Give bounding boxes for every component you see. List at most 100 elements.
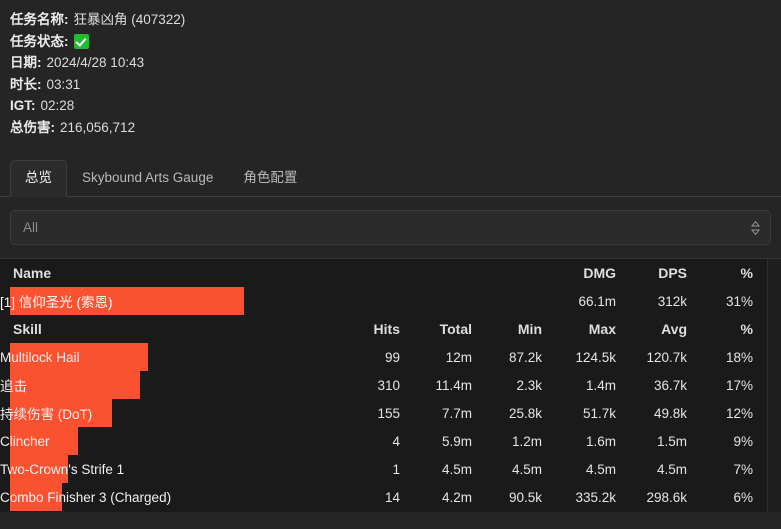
meta-value-date: 2024/4/28 10:43: [46, 55, 145, 70]
tab-character-config[interactable]: 角色配置: [228, 160, 312, 197]
skill-total: 4.5m: [441, 461, 472, 477]
skill-avg: 298.6k: [646, 489, 687, 505]
skill-avg: 120.7k: [646, 349, 687, 365]
skill-name: Clincher: [0, 433, 50, 449]
skill-total: 4.2m: [441, 489, 472, 505]
player-name-cell: [1] 信仰圣光 (索恩): [0, 287, 330, 315]
skill-total: 7.7m: [441, 405, 472, 421]
skill-hits: 14: [384, 489, 400, 505]
tab-bar: 总览 Skybound Arts Gauge 角色配置: [0, 159, 781, 197]
header-dps: DPS: [658, 265, 687, 281]
filter-select[interactable]: All: [10, 210, 771, 245]
tab-overview[interactable]: 总览: [10, 160, 67, 197]
header-skill-pct: %: [740, 321, 753, 337]
skill-pct: 12%: [725, 405, 753, 421]
player-dps: 312k: [657, 293, 687, 309]
meta-label-mission-name: 任务名称:: [10, 12, 69, 27]
meta-value-mission-name: 狂暴凶角 (407322): [73, 12, 186, 27]
meta-value-duration: 03:31: [46, 76, 81, 92]
skill-hits: 1: [392, 461, 400, 477]
stepper-updown-icon: [751, 220, 760, 235]
skill-max: 51.7k: [582, 405, 616, 421]
meta-row-mission-name: 任务名称: 狂暴凶角 (407322): [10, 9, 781, 31]
skill-name: 追击: [0, 379, 27, 394]
table-row[interactable]: Two-Crown's Strife 1 1 4.5m 4.5m 4.5m 4.…: [0, 455, 781, 483]
skill-min: 2.3k: [516, 377, 542, 393]
skill-pct: 18%: [725, 349, 753, 365]
skill-hits: 310: [377, 377, 400, 393]
skill-min: 87.2k: [508, 349, 542, 365]
header-skill: Skill: [13, 321, 42, 337]
table-row[interactable]: Combo Finisher 3 (Charged) 14 4.2m 90.5k…: [0, 483, 781, 511]
skill-pct: 17%: [725, 377, 753, 393]
table-header-overview: Name DMG DPS %: [0, 259, 781, 287]
header-max: Max: [588, 321, 616, 337]
skill-avg: 4.5m: [656, 461, 687, 477]
skill-pct: 9%: [733, 433, 753, 449]
meta-value-igt: 02:28: [40, 98, 75, 113]
skill-total: 12m: [445, 349, 472, 365]
skill-max: 335.2k: [575, 489, 616, 505]
meta-row-duration: 时长: 03:31: [10, 74, 781, 96]
header-dmg: DMG: [583, 265, 616, 281]
meta-row-total-damage: 总伤害: 216,056,712: [10, 117, 781, 139]
skill-hits: 99: [384, 349, 400, 365]
header-hits: Hits: [373, 321, 400, 337]
player-spacer-3: [472, 287, 542, 315]
skill-max: 1.4m: [585, 377, 616, 393]
skill-min: 90.5k: [508, 489, 542, 505]
skill-pct: 7%: [733, 461, 753, 477]
damage-table-container: Name DMG DPS % [1] 信仰圣光 (索恩) 66.1m 312k …: [0, 258, 781, 512]
player-pct: 31%: [725, 293, 753, 309]
header-min: Min: [517, 321, 542, 337]
table-row[interactable]: 追击 310 11.4m 2.3k 1.4m 36.7k 17%: [0, 371, 781, 399]
header-avg: Avg: [661, 321, 687, 337]
status-success-check-icon: [73, 33, 89, 49]
player-spacer-2: [400, 287, 472, 315]
skill-name: Multilock Hail: [0, 349, 80, 365]
filter-select-placeholder: All: [23, 220, 39, 235]
skill-damage-bar: [10, 371, 140, 399]
player-spacer-1: [330, 287, 400, 315]
skill-name-cell: Multilock Hail: [0, 343, 330, 371]
skill-avg: 36.7k: [653, 377, 687, 393]
meta-label-duration: 时长:: [10, 76, 42, 92]
meta-row-mission-status: 任务状态:: [10, 31, 781, 53]
mission-summary: 任务名称: 狂暴凶角 (407322) 任务状态: 日期: 2024/4/28 …: [0, 0, 781, 138]
table-row[interactable]: Multilock Hail 99 12m 87.2k 124.5k 120.7…: [0, 343, 781, 371]
header-total: Total: [439, 321, 472, 337]
skill-avg: 49.8k: [653, 405, 687, 421]
skill-name-cell: 追击: [0, 371, 330, 399]
skill-min: 1.2m: [511, 433, 542, 449]
meta-row-date: 日期: 2024/4/28 10:43: [10, 52, 781, 74]
meta-label-mission-status: 任务状态:: [10, 33, 69, 49]
player-dmg: 66.1m: [578, 293, 616, 309]
meta-label-igt: IGT:: [10, 98, 36, 113]
table-row-player[interactable]: [1] 信仰圣光 (索恩) 66.1m 312k 31%: [0, 287, 781, 315]
skill-name-cell: Combo Finisher 3 (Charged): [0, 483, 330, 511]
skill-total: 5.9m: [441, 433, 472, 449]
skill-total: 11.4m: [435, 377, 472, 393]
tab-skybound-arts-gauge[interactable]: Skybound Arts Gauge: [67, 160, 228, 197]
header-spacer-2: [400, 259, 472, 287]
skill-name: 持续伤害 (DoT): [0, 407, 93, 422]
meta-row-igt: IGT: 02:28: [10, 95, 781, 117]
skill-name: Combo Finisher 3 (Charged): [0, 489, 172, 505]
header-spacer-1: [330, 259, 400, 287]
meta-value-total-damage: 216,056,712: [60, 119, 136, 135]
skill-pct: 6%: [733, 489, 753, 505]
damage-table: Name DMG DPS % [1] 信仰圣光 (索恩) 66.1m 312k …: [0, 259, 781, 511]
meta-label-total-damage: 总伤害:: [10, 119, 55, 135]
skill-max: 124.5k: [575, 349, 616, 365]
vertical-scrollbar[interactable]: [767, 259, 781, 512]
table-row[interactable]: 持续伤害 (DoT) 155 7.7m 25.8k 51.7k 49.8k 12…: [0, 399, 781, 427]
skill-name-cell: Clincher: [0, 427, 330, 455]
skill-max: 4.5m: [585, 461, 616, 477]
header-pct: %: [740, 265, 753, 281]
tab-list: 总览 Skybound Arts Gauge 角色配置: [0, 159, 781, 197]
table-row[interactable]: Clincher 4 5.9m 1.2m 1.6m 1.5m 9%: [0, 427, 781, 455]
skill-name-cell: Two-Crown's Strife 1: [0, 455, 330, 483]
skill-min: 4.5m: [511, 461, 542, 477]
skill-hits: 4: [392, 433, 400, 449]
header-name: Name: [13, 265, 52, 281]
